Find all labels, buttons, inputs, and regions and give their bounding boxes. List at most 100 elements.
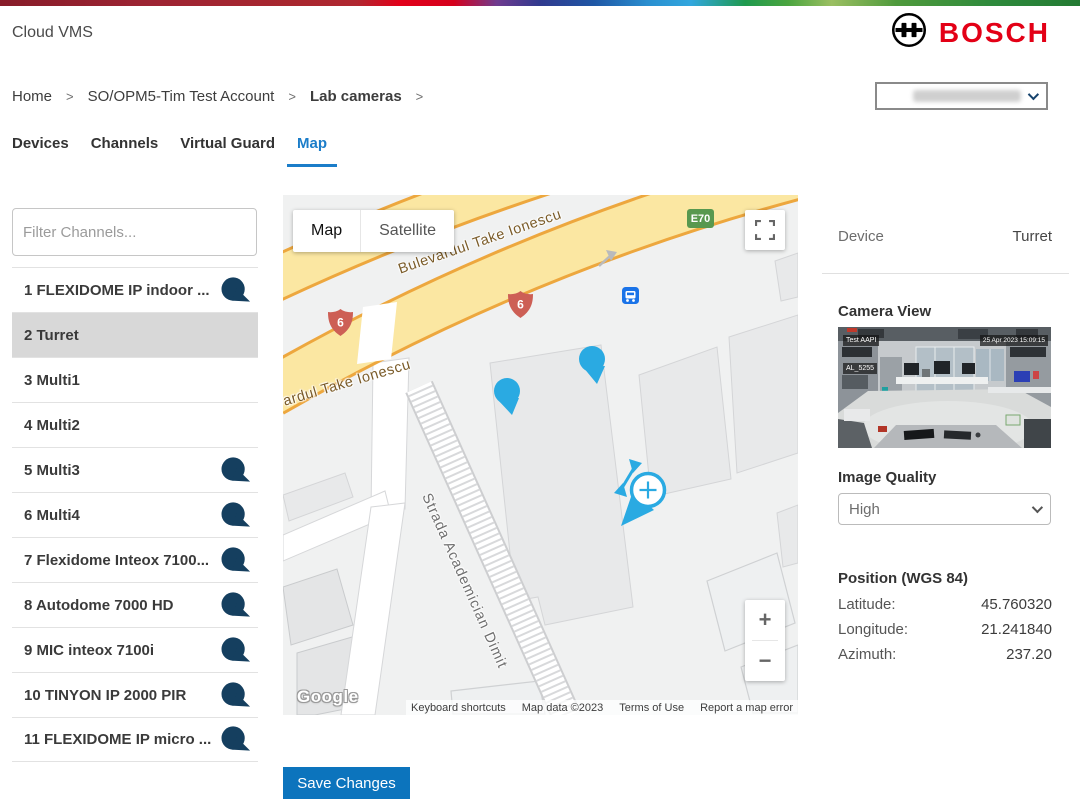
map-render — [283, 195, 798, 715]
camera-placed-marker-icon — [221, 726, 252, 753]
channel-row[interactable]: 11 FLEXIDOME IP micro ... — [12, 717, 258, 762]
map-type-map-button[interactable]: Map — [293, 210, 360, 252]
breadcrumb-separator: > — [416, 89, 424, 104]
breadcrumb-account[interactable]: SO/OPM5-Tim Test Account — [88, 88, 275, 105]
tab-devices[interactable]: Devices — [12, 131, 69, 167]
fullscreen-button[interactable] — [745, 210, 785, 250]
longitude-value: 21.241840 — [981, 621, 1052, 638]
map-zoom-control: + − — [745, 600, 785, 681]
device-details-panel: Device Turret Camera View — [822, 195, 1069, 671]
save-changes-button[interactable]: Save Changes — [283, 767, 410, 799]
keyboard-shortcuts-link[interactable]: Keyboard shortcuts — [411, 702, 506, 714]
tab-channels[interactable]: Channels — [91, 131, 159, 167]
bosch-logo: BOSCH — [891, 12, 1050, 53]
channel-label: 2 Turret — [24, 327, 79, 344]
camera-placed-marker-icon — [221, 682, 252, 709]
camera-placed-marker-icon — [221, 637, 252, 664]
channel-sidebar: 1 FLEXIDOME IP indoor ... 2 Turret 3 Mul… — [12, 208, 258, 762]
device-name-value: Turret — [1013, 228, 1052, 245]
channel-label: 10 TINYON IP 2000 PIR — [24, 687, 186, 704]
channel-row[interactable]: 2 Turret — [12, 312, 258, 357]
image-quality-select[interactable]: High — [838, 493, 1051, 525]
filter-channels-input[interactable] — [12, 208, 257, 256]
e70-route-badge: E70 — [687, 209, 714, 228]
channel-row[interactable]: 4 Multi2 — [12, 402, 258, 447]
route-6-shield-badge: 6 — [507, 290, 534, 319]
longitude-row: Longitude: 21.241840 — [838, 621, 1052, 638]
camera-placed-marker-icon — [221, 502, 252, 529]
camera-rec-indicator — [847, 328, 857, 332]
azimuth-label: Azimuth: — [838, 646, 896, 663]
latitude-row: Latitude: 45.760320 — [838, 596, 1052, 613]
channel-row[interactable]: 6 Multi4 — [12, 492, 258, 537]
zoom-in-button[interactable]: + — [745, 600, 785, 640]
latitude-label: Latitude: — [838, 596, 896, 613]
camera-snapshot: Test AAPI AL_5255 25 Apr 2023 15:09:15 — [838, 327, 1051, 448]
camera-name-overlay: Test AAPI — [843, 335, 879, 346]
channel-label: 11 FLEXIDOME IP micro ... — [24, 731, 211, 748]
channel-label: 5 Multi3 — [24, 462, 80, 479]
channel-label: 8 Autodome 7000 HD — [24, 597, 173, 614]
bosch-supergraphic-bar — [0, 0, 1080, 6]
fullscreen-icon — [752, 217, 778, 243]
position-title: Position (WGS 84) — [822, 570, 1069, 587]
camera-placed-marker-icon — [221, 547, 252, 574]
channel-row[interactable]: 5 Multi3 — [12, 447, 258, 492]
terms-of-use-link[interactable]: Terms of Use — [619, 702, 684, 714]
account-dropdown-redacted-value — [913, 90, 1021, 102]
chevron-down-icon — [1032, 502, 1043, 513]
image-quality-title: Image Quality — [822, 469, 1069, 486]
longitude-label: Longitude: — [838, 621, 908, 638]
camera-placed-marker-icon — [221, 592, 252, 619]
chevron-down-icon — [1028, 89, 1039, 100]
google-logo[interactable]: Google — [297, 687, 359, 707]
channel-label: 4 Multi2 — [24, 417, 80, 434]
channel-list: 1 FLEXIDOME IP indoor ... 2 Turret 3 Mul… — [12, 267, 258, 762]
camera-placed-marker-icon — [221, 457, 252, 484]
zoom-out-button[interactable]: − — [745, 641, 785, 681]
channel-row[interactable]: 9 MIC inteox 7100i — [12, 627, 258, 672]
svg-text:6: 6 — [337, 316, 344, 330]
image-quality-value: High — [849, 501, 880, 518]
device-label: Device — [838, 228, 884, 245]
map-data-copyright: Map data ©2023 — [522, 702, 604, 714]
tab-map[interactable]: Map — [287, 131, 337, 167]
breadcrumb-lab-cameras[interactable]: Lab cameras — [310, 88, 402, 105]
channel-label: 7 Flexidome Inteox 7100... — [24, 552, 209, 569]
channel-label: 9 MIC inteox 7100i — [24, 642, 154, 659]
map-attribution: Keyboard shortcuts Map data ©2023 Terms … — [406, 700, 798, 715]
route-6-shield-badge: 6 — [327, 308, 354, 337]
channel-label: 6 Multi4 — [24, 507, 80, 524]
bus-stop-icon — [622, 287, 639, 304]
svg-text:6: 6 — [517, 298, 524, 312]
position-rows: Latitude: 45.760320 Longitude: 21.241840… — [822, 587, 1069, 663]
latitude-value: 45.760320 — [981, 596, 1052, 613]
channel-label: 3 Multi1 — [24, 372, 80, 389]
breadcrumb: Home > SO/OPM5-Tim Test Account > Lab ca… — [12, 88, 423, 105]
channel-row[interactable]: 7 Flexidome Inteox 7100... — [12, 537, 258, 582]
azimuth-row: Azimuth: 237.20 — [838, 646, 1052, 663]
camera-timestamp-overlay: 25 Apr 2023 15:09:15 — [980, 335, 1048, 346]
channel-row[interactable]: 1 FLEXIDOME IP indoor ... — [12, 267, 258, 312]
breadcrumb-separator: > — [288, 89, 296, 104]
app-title: Cloud VMS — [12, 24, 93, 42]
divider — [822, 273, 1069, 274]
camera-alarm-overlay: AL_5255 — [843, 363, 877, 374]
channel-label: 1 FLEXIDOME IP indoor ... — [24, 282, 210, 299]
channel-row[interactable]: 3 Multi1 — [12, 357, 258, 402]
camera-placed-marker-icon — [221, 277, 252, 304]
bosch-symbol-icon — [891, 12, 927, 53]
map-type-satellite-button[interactable]: Satellite — [360, 210, 454, 252]
account-dropdown[interactable] — [875, 82, 1048, 110]
channel-row[interactable]: 8 Autodome 7000 HD — [12, 582, 258, 627]
report-map-error-link[interactable]: Report a map error — [700, 702, 793, 714]
camera-view-title: Camera View — [822, 303, 1069, 320]
map-type-control: Map Satellite — [293, 210, 454, 252]
breadcrumb-separator: > — [66, 89, 74, 104]
tab-virtual-guard[interactable]: Virtual Guard — [180, 131, 275, 167]
channel-row[interactable]: 10 TINYON IP 2000 PIR — [12, 672, 258, 717]
map-canvas[interactable]: Bulevardul Take Ionescu Bulevardul Take … — [283, 195, 798, 715]
bosch-wordmark: BOSCH — [939, 17, 1050, 49]
breadcrumb-home[interactable]: Home — [12, 88, 52, 105]
tab-bar: Devices Channels Virtual Guard Map — [12, 131, 337, 167]
